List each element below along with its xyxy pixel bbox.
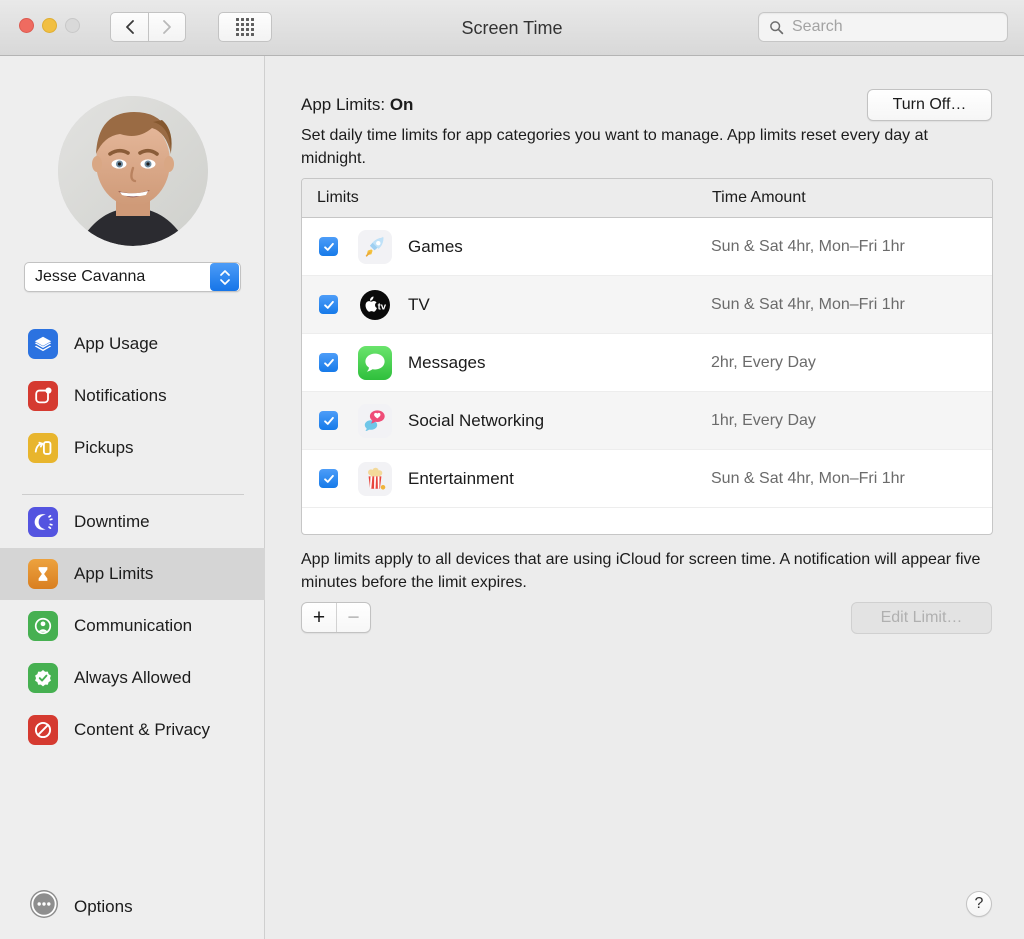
rocket-icon: [358, 230, 392, 264]
row-name: Games: [408, 237, 711, 257]
table-row[interactable]: tv TV Sun & Sat 4hr, Mon–Fri 1hr: [302, 276, 992, 334]
sidebar-item-notifications[interactable]: Notifications: [0, 370, 265, 422]
row-name: TV: [408, 295, 711, 315]
row-time-amount: 2hr, Every Day: [711, 354, 816, 372]
sidebar-item-label: Always Allowed: [74, 668, 191, 688]
table-row[interactable]: Social Networking 1hr, Every Day: [302, 392, 992, 450]
search-icon: [769, 20, 784, 35]
screen-time-window: Screen Time Search: [0, 0, 1024, 939]
edit-limit-button[interactable]: Edit Limit…: [851, 602, 992, 634]
options-label: Options: [74, 897, 133, 917]
row-name: Social Networking: [408, 411, 711, 431]
row-time-amount: 1hr, Every Day: [711, 412, 816, 430]
app-limits-status-value: On: [390, 95, 414, 114]
turn-off-button[interactable]: Turn Off…: [867, 89, 992, 121]
column-header-limits: Limits: [302, 189, 712, 207]
forward-chevron-icon: [162, 19, 172, 35]
sidebar-item-label: Notifications: [74, 386, 167, 406]
add-remove-segmented-control: + −: [301, 602, 371, 633]
ellipsis-circle-icon: [28, 888, 60, 925]
add-limit-button[interactable]: +: [302, 603, 336, 632]
sidebar-nav-list: App Usage Notifications: [0, 318, 265, 756]
title-bar: Screen Time Search: [0, 0, 1024, 56]
row-checkbox[interactable]: [319, 295, 338, 314]
apple-tv-icon: tv: [358, 288, 392, 322]
sidebar-item-label: Communication: [74, 616, 192, 636]
row-name: Messages: [408, 353, 711, 373]
app-limits-description: Set daily time limits for app categories…: [301, 124, 981, 170]
app-limits-status-row: App Limits: On Turn Off…: [301, 89, 992, 121]
social-icon: [358, 404, 392, 438]
sidebar-item-label: Content & Privacy: [74, 720, 210, 740]
communication-icon: [28, 611, 58, 641]
options-button[interactable]: Options: [28, 888, 133, 925]
zoom-button[interactable]: [65, 18, 80, 33]
sidebar-divider: [22, 494, 244, 495]
app-limits-table: Limits Time Amount Gam: [301, 178, 993, 535]
always-allowed-icon: [28, 663, 58, 693]
row-checkbox[interactable]: [319, 353, 338, 372]
sidebar-item-label: App Usage: [74, 334, 158, 354]
pickups-icon: [28, 433, 58, 463]
popup-stepper-icon: [210, 263, 239, 291]
row-time-amount: Sun & Sat 4hr, Mon–Fri 1hr: [711, 238, 905, 256]
popcorn-icon: [358, 462, 392, 496]
sidebar-item-downtime[interactable]: Downtime: [0, 496, 265, 548]
window-controls: [19, 18, 80, 33]
row-checkbox[interactable]: [319, 237, 338, 256]
downtime-icon: [28, 507, 58, 537]
table-row[interactable]: Messages 2hr, Every Day: [302, 334, 992, 392]
sidebar: Jesse Cavanna App Usage: [0, 56, 265, 939]
hourglass-icon: [28, 559, 58, 589]
forward-button[interactable]: [148, 12, 186, 42]
sidebar-item-app-usage[interactable]: App Usage: [0, 318, 265, 370]
row-checkbox[interactable]: [319, 411, 338, 430]
show-all-preferences-button[interactable]: [218, 12, 272, 42]
svg-text:tv: tv: [378, 301, 387, 312]
avatar[interactable]: [58, 96, 208, 246]
main-pane: App Limits: On Turn Off… Set daily time …: [266, 56, 1024, 939]
user-photo-icon: [58, 96, 208, 246]
help-button[interactable]: ?: [966, 891, 992, 917]
table-row[interactable]: Entertainment Sun & Sat 4hr, Mon–Fri 1hr: [302, 450, 992, 508]
notification-icon: [28, 381, 58, 411]
user-popup-button[interactable]: Jesse Cavanna: [24, 262, 241, 292]
sidebar-group-spacer: [0, 474, 265, 496]
sidebar-item-app-limits[interactable]: App Limits: [0, 548, 265, 600]
remove-limit-button[interactable]: −: [336, 603, 370, 632]
row-time-amount: Sun & Sat 4hr, Mon–Fri 1hr: [711, 296, 905, 314]
sidebar-item-label: App Limits: [74, 564, 153, 584]
grid-dots-icon: [236, 18, 254, 36]
back-button[interactable]: [110, 12, 148, 42]
column-header-time-amount: Time Amount: [712, 189, 806, 207]
sidebar-item-label: Downtime: [74, 512, 150, 532]
app-limits-footnote: App limits apply to all devices that are…: [301, 548, 991, 594]
app-limits-status-prefix: App Limits:: [301, 95, 390, 114]
messages-icon: [358, 346, 392, 380]
table-header: Limits Time Amount: [302, 179, 992, 218]
navigation-buttons: [110, 12, 186, 42]
back-chevron-icon: [125, 19, 135, 35]
sidebar-item-always-allowed[interactable]: Always Allowed: [0, 652, 265, 704]
app-limits-status: App Limits: On: [301, 95, 413, 115]
search-field[interactable]: Search: [758, 12, 1008, 42]
sidebar-item-label: Pickups: [74, 438, 134, 458]
content-privacy-icon: [28, 715, 58, 745]
minimize-button[interactable]: [42, 18, 57, 33]
sidebar-item-communication[interactable]: Communication: [0, 600, 265, 652]
table-row[interactable]: Games Sun & Sat 4hr, Mon–Fri 1hr: [302, 218, 992, 276]
sidebar-item-content-privacy[interactable]: Content & Privacy: [0, 704, 265, 756]
row-time-amount: Sun & Sat 4hr, Mon–Fri 1hr: [711, 470, 905, 488]
search-placeholder: Search: [792, 18, 843, 36]
layers-icon: [28, 329, 58, 359]
row-name: Entertainment: [408, 469, 711, 489]
user-name: Jesse Cavanna: [25, 268, 210, 286]
row-checkbox[interactable]: [319, 469, 338, 488]
sidebar-item-pickups[interactable]: Pickups: [0, 422, 265, 474]
close-button[interactable]: [19, 18, 34, 33]
